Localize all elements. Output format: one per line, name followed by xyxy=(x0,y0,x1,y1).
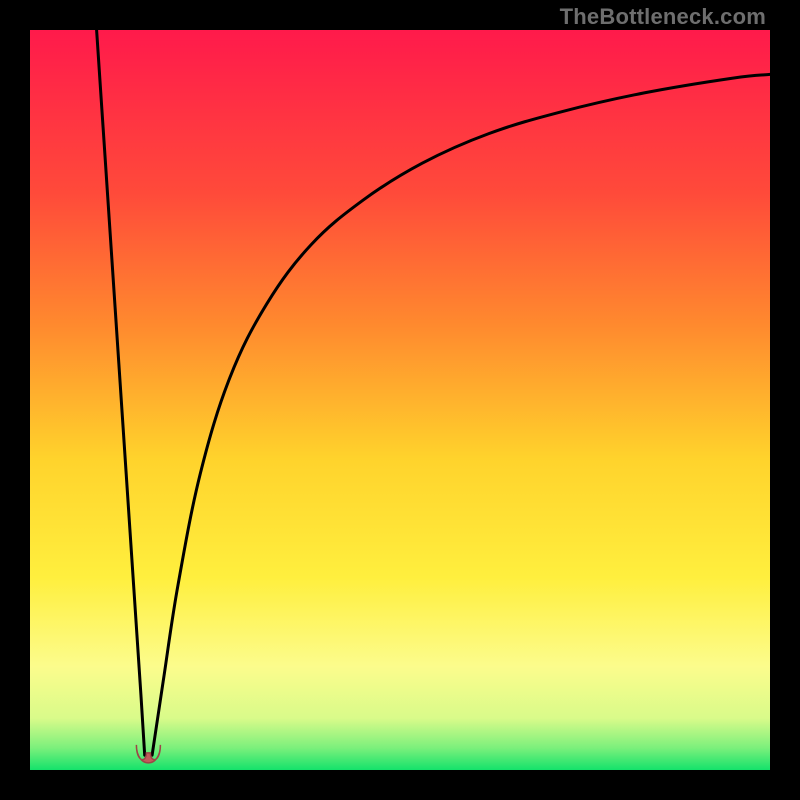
watermark-text: TheBottleneck.com xyxy=(560,4,766,30)
chart-svg xyxy=(30,30,770,770)
gradient-background xyxy=(30,30,770,770)
plot-area xyxy=(30,30,770,770)
chart-frame: TheBottleneck.com xyxy=(0,0,800,800)
